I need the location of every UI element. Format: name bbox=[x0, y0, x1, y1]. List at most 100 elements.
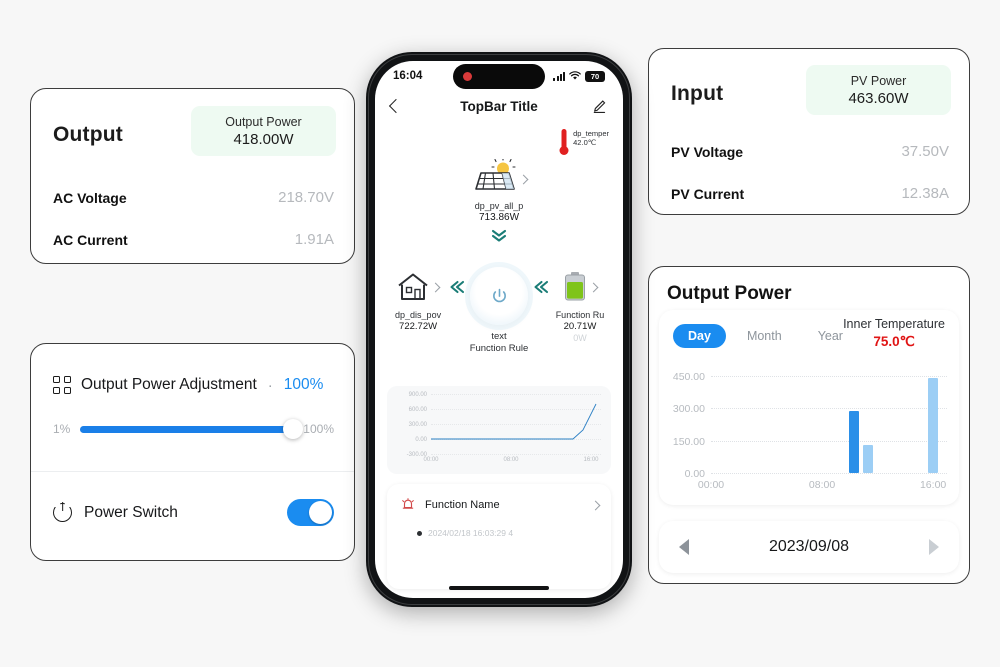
x-axis-tick: 00:00 bbox=[697, 479, 725, 491]
edit-pencil-icon[interactable] bbox=[592, 99, 607, 114]
pv-node-label: dp_pv_all_p bbox=[474, 201, 524, 211]
pv-power-badge-value: 463.60W bbox=[848, 89, 909, 107]
pv-current-label: PV Current bbox=[671, 185, 745, 202]
output-power-slider[interactable]: 1% 100% bbox=[53, 419, 334, 439]
divider bbox=[31, 471, 354, 472]
tab-day[interactable]: Day bbox=[673, 324, 726, 348]
pv-icon-row bbox=[375, 159, 623, 199]
pv-voltage-value: 37.50V bbox=[901, 143, 949, 160]
top-bar-title: TopBar Title bbox=[460, 98, 538, 114]
prev-date-arrow-icon[interactable] bbox=[679, 539, 689, 555]
alarm-icon bbox=[402, 498, 414, 509]
device-temperature-value: 42.0℃ bbox=[573, 138, 597, 148]
table-row: AC Voltage 218.70V bbox=[53, 189, 334, 206]
slider-min-label: 1% bbox=[53, 422, 71, 436]
home-icon-row bbox=[387, 267, 449, 307]
output-power-badge-value: 418.00W bbox=[233, 130, 294, 148]
chevron-right-icon[interactable] bbox=[518, 174, 528, 184]
next-date-arrow-icon[interactable] bbox=[928, 539, 939, 555]
output-power-adjustment-label: Output Power Adjustment bbox=[81, 376, 257, 393]
pv-power-badge: PV Power 463.60W bbox=[806, 65, 951, 115]
chart-bar bbox=[848, 410, 859, 473]
home-load-value: 722.72W bbox=[399, 321, 438, 332]
output-power-chart-card: Output Power Day Month Year Inner Temper… bbox=[648, 266, 970, 584]
device-temperature-chip: dp_temper 42.0℃ bbox=[559, 129, 609, 155]
back-chevron-icon[interactable] bbox=[388, 98, 404, 114]
battery-node-extra: 0W bbox=[573, 333, 587, 343]
slider-knob[interactable] bbox=[283, 419, 304, 439]
pv-node[interactable]: dp_pv_all_p 713.86W bbox=[375, 159, 623, 248]
function-name-row[interactable]: Function Name bbox=[401, 498, 601, 512]
battery-node[interactable]: Function Ru 20.71W 0W bbox=[549, 267, 611, 343]
wifi-icon bbox=[569, 71, 581, 80]
y-axis-tick: 600.00 bbox=[408, 407, 427, 413]
power-glyph-icon bbox=[492, 288, 506, 302]
device-temperature-label: dp_temper bbox=[573, 129, 609, 138]
chevron-right-icon[interactable] bbox=[430, 282, 441, 292]
slider-max-label: 100% bbox=[303, 422, 334, 436]
thermometer-icon bbox=[559, 129, 569, 155]
ac-voltage-label: AC Voltage bbox=[53, 189, 127, 206]
output-power-badge-label: Output Power bbox=[225, 114, 302, 129]
y-axis-tick: 300.00 bbox=[408, 422, 427, 428]
bar-chart-plot-area: 0.00 150.00 300.00 450.00 00:00 08:00 16:00 bbox=[673, 371, 947, 491]
chevron-right-icon[interactable] bbox=[590, 500, 601, 510]
x-axis-tick: 16:00 bbox=[919, 479, 947, 491]
table-row: PV Voltage 37.50V bbox=[671, 143, 949, 160]
status-bar: 16:04 70 bbox=[375, 61, 623, 91]
recording-dot-icon bbox=[463, 72, 472, 81]
output-card-title: Output bbox=[53, 123, 124, 146]
chart-panel: Day Month Year Inner Temperature 75.0℃ 0… bbox=[659, 310, 959, 505]
status-bar-indicators: 70 bbox=[553, 70, 605, 82]
output-power-adjustment-value: 100% bbox=[283, 376, 324, 393]
grid-icon bbox=[53, 376, 71, 394]
y-axis-tick: 0.00 bbox=[415, 437, 427, 443]
pv-power-badge-label: PV Power bbox=[850, 73, 907, 88]
gridline: 150.00 bbox=[673, 436, 947, 448]
gridline: -300.00 bbox=[407, 452, 601, 458]
phone-body: dp_temper 42.0℃ dp_pv_all_p 713.86W dp_d… bbox=[375, 121, 623, 598]
gridline: 0.00 bbox=[685, 468, 947, 480]
power-switch-left: Power Switch bbox=[53, 502, 178, 522]
device-temperature-text: dp_temper 42.0℃ bbox=[573, 129, 609, 148]
date-navigator: 2023/09/08 bbox=[659, 521, 959, 573]
output-power-adjustment-header: Output Power Adjustment · 100% bbox=[53, 376, 323, 394]
slider-track[interactable] bbox=[80, 419, 304, 439]
top-bar: TopBar Title bbox=[375, 91, 623, 121]
period-tabs: Day Month Year bbox=[673, 324, 858, 348]
phone-screen: 16:04 70 TopBar Title dp_temper 42.0℃ dp… bbox=[375, 61, 623, 598]
battery-node-label: Function Ru bbox=[555, 310, 605, 320]
inner-temperature-label: Inner Temperature bbox=[843, 317, 945, 331]
function-card: Function Name 2024/02/18 16:03:29 4 bbox=[387, 484, 611, 589]
double-chevron-left-icon bbox=[450, 280, 465, 294]
separator-dot: · bbox=[267, 376, 273, 394]
ac-voltage-value: 218.70V bbox=[278, 189, 334, 206]
x-axis-tick: 08:00 bbox=[503, 457, 519, 463]
line-series bbox=[431, 394, 601, 454]
tab-month[interactable]: Month bbox=[732, 324, 797, 348]
double-chevron-down-icon bbox=[491, 229, 507, 242]
gridline: 450.00 bbox=[673, 371, 947, 383]
home-load-node[interactable]: dp_dis_pov 722.72W bbox=[387, 267, 449, 332]
control-card: Output Power Adjustment · 100% 1% 100% P… bbox=[30, 343, 355, 561]
x-axis-tick: 08:00 bbox=[808, 479, 836, 491]
power-switch-label: Power Switch bbox=[84, 503, 178, 521]
phone-mockup: 16:04 70 TopBar Title dp_temper 42.0℃ dp… bbox=[366, 52, 632, 607]
power-button-icon[interactable] bbox=[470, 267, 528, 325]
battery-icon-row bbox=[549, 267, 611, 307]
chevron-right-icon[interactable] bbox=[588, 282, 599, 292]
bar-chart: 0.00 150.00 300.00 450.00 00:00 08:00 16:00 bbox=[659, 368, 959, 505]
y-axis-tick: 150.00 bbox=[672, 435, 705, 448]
phone-line-chart: 900.00 600.00 300.00 0.00 -300.00 00:00 08:00 1… bbox=[387, 386, 611, 474]
y-axis-tick: 450.00 bbox=[672, 371, 705, 383]
power-button-node[interactable]: text Function Rule bbox=[465, 267, 533, 354]
output-card: Output Output Power 418.00W AC Voltage 2… bbox=[30, 88, 355, 264]
chart-bar bbox=[862, 444, 873, 473]
power-switch-toggle[interactable] bbox=[287, 499, 334, 526]
y-axis-tick: 900.00 bbox=[408, 392, 427, 398]
home-indicator[interactable] bbox=[449, 586, 549, 590]
function-log-text: 2024/02/18 16:03:29 4 bbox=[428, 528, 514, 538]
toggle-knob bbox=[309, 501, 332, 524]
y-axis-tick: 300.00 bbox=[672, 403, 705, 416]
current-date-label: 2023/09/08 bbox=[768, 538, 850, 555]
